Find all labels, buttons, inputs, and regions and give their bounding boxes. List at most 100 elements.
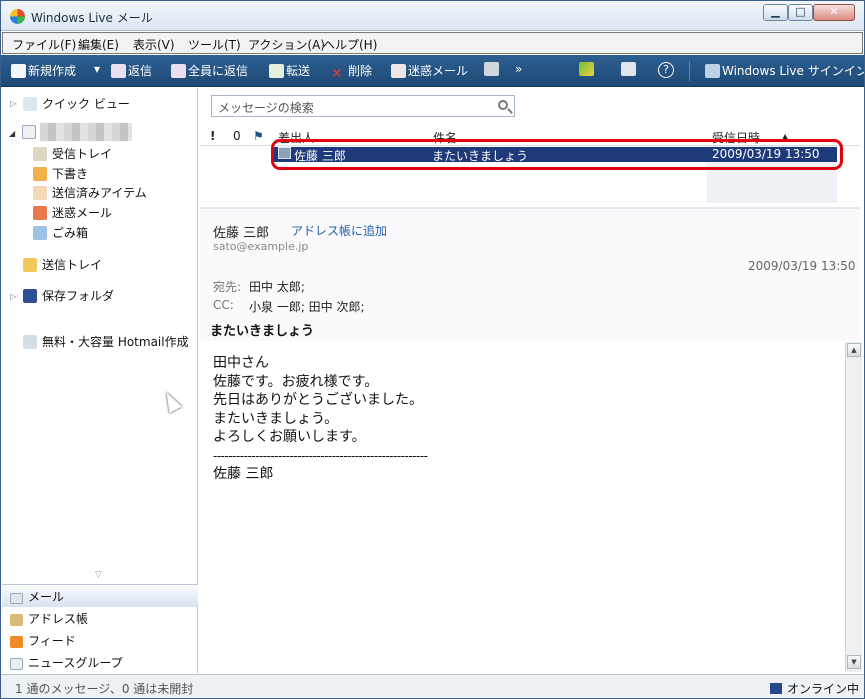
scroll-down-icon[interactable]: ▼ [847,655,861,669]
menu-help[interactable]: ヘルプ(H) [323,36,377,53]
storage-folders[interactable]: 保存フォルダ [23,287,114,304]
junk-button[interactable]: 迷惑メール [391,62,468,80]
folder-inbox[interactable]: 受信トレイ [33,145,112,162]
toolbar-divider [689,61,690,81]
folder-junk-label: 迷惑メール [52,206,113,220]
junk-label: 迷惑メール [408,64,469,78]
col-flag[interactable]: ⚑ [253,129,264,143]
add-account-icon [23,335,37,349]
close-button[interactable]: ✕ [813,4,855,21]
storage-expand-icon[interactable]: ▷ [10,292,16,301]
menu-view[interactable]: 表示(V) [133,36,175,53]
maximize-button[interactable]: □ [788,4,813,21]
folder-inbox-label: 受信トレイ [52,147,113,161]
junk-icon [391,64,406,78]
print-button[interactable] [484,62,501,80]
nav-newsgroups[interactable]: ニュースグループ [2,651,198,673]
menu-edit[interactable]: 編集(E) [78,36,119,53]
message-body[interactable]: 田中さん 佐藤です。お疲れ様です。 先日はありがとうございました。 またいきまし… [200,342,844,672]
mail-icon [10,593,23,604]
search-icon[interactable] [498,100,508,110]
newsgroup-icon [10,658,23,670]
reply-all-icon [171,64,186,78]
search-input[interactable]: メッセージの検索 [211,95,515,117]
folder-trash[interactable]: ごみ箱 [33,224,88,241]
reply-button[interactable]: 返信 [111,62,152,80]
body-scrollbar[interactable]: ▲ ▼ [845,342,862,672]
body-line: よろしくお願いします。 [213,429,366,445]
nav-feeds-label: フィード [28,634,76,648]
windows-logo-icon [10,9,25,24]
forward-label: 転送 [286,64,311,78]
body-line: 田中さん [213,355,269,371]
sent-icon [33,186,47,200]
hotmail-signup-label: 無料・大容量 Hotmail作成 [42,335,189,349]
folder-sent[interactable]: 送信済みアイテム [33,184,147,201]
folder-outbox[interactable]: 送信トレイ [23,256,102,273]
new-button[interactable]: 新規作成 [11,62,76,80]
more-button[interactable]: » [515,62,522,80]
reply-icon [111,64,126,78]
layout-icon [621,62,636,76]
online-computer-icon [770,683,782,694]
collapse-triangle-icon[interactable]: ◢ [9,129,15,138]
forward-button[interactable]: 転送 [269,62,310,80]
delete-button[interactable]: ✕ 削除 [331,62,372,82]
online-status: オンライン中 [770,680,859,697]
col-priority[interactable]: ! [210,129,215,143]
body-line: またいきましょう。 [213,410,339,427]
quick-view-item[interactable]: クイック ビュー [23,95,130,112]
nav-mail[interactable]: メール [2,585,198,607]
folder-outbox-label: 送信トレイ [42,258,103,272]
body-line: ----------------------------------------… [213,448,428,463]
add-to-contacts-link[interactable]: アドレス帳に追加 [291,222,387,239]
windows-live-icon [705,64,720,78]
folder-drafts[interactable]: 下書き [33,165,88,182]
quick-view-icon [23,97,37,111]
cc-label: CC: [213,298,234,312]
menu-file[interactable]: ファイル(F) [12,36,76,53]
body-line: 佐藤 三郎 [213,466,274,482]
bottom-nav: メール アドレス帳 フィード ニュースグループ [2,584,198,673]
highlight-annotation [271,139,843,170]
sender-name: 佐藤 三郎 [213,226,270,241]
folder-sent-label: 送信済みアイテム [52,186,147,200]
folder-junk[interactable]: 迷惑メール [33,204,112,221]
storage-folders-label: 保存フォルダ [42,289,115,303]
signin-button[interactable]: Windows Live サインイン [705,62,865,80]
account-icon [22,125,36,139]
folder-drafts-label: 下書き [52,167,89,181]
col-attachment[interactable]: 0 [233,129,241,143]
nav-contacts[interactable]: アドレス帳 [2,607,198,629]
to-label: 宛先: [213,280,242,294]
search-placeholder: メッセージの検索 [218,101,314,115]
new-dropdown-arrow[interactable]: ▾ [94,62,100,80]
brush-icon [579,62,594,76]
message-date: 2009/03/19 13:50 [748,259,856,273]
signin-label: Windows Live サインイン [722,64,865,78]
scroll-up-icon[interactable]: ▲ [847,343,861,357]
inbox-icon [33,147,47,161]
hotmail-signup-link[interactable]: 無料・大容量 Hotmail作成 [23,333,189,350]
minimize-button[interactable]: ▁ [763,4,788,21]
new-mail-icon [11,64,26,78]
menu-tools[interactable]: ツール(T) [188,36,241,53]
account-name-redacted[interactable] [40,123,132,141]
delete-x-icon: ✕ [331,66,343,82]
title-bar: Windows Live メール ▁ □ ✕ [1,1,864,31]
color-button[interactable] [579,62,596,80]
new-label: 新規作成 [28,64,77,78]
quick-view-label: クイック ビュー [42,97,130,111]
body-line: 先日はありがとうございました。 [213,392,423,408]
pane-scroll-down-icon[interactable]: ▽ [95,570,102,580]
menu-action[interactable]: アクション(A) [248,36,325,53]
layout-button[interactable] [621,62,638,80]
nav-feeds[interactable]: フィード [2,629,198,651]
computer-icon [23,289,37,303]
toolbar: 新規作成 ▾ 返信 全員に返信 転送 ✕ 削除 迷惑メール » ? Window… [1,55,864,87]
rss-feed-icon [10,636,23,648]
help-button[interactable]: ? [658,62,674,78]
reply-all-button[interactable]: 全員に返信 [171,62,248,80]
sender-email: sato@example.jp [213,240,309,253]
expand-triangle-icon[interactable]: ▷ [10,99,16,108]
